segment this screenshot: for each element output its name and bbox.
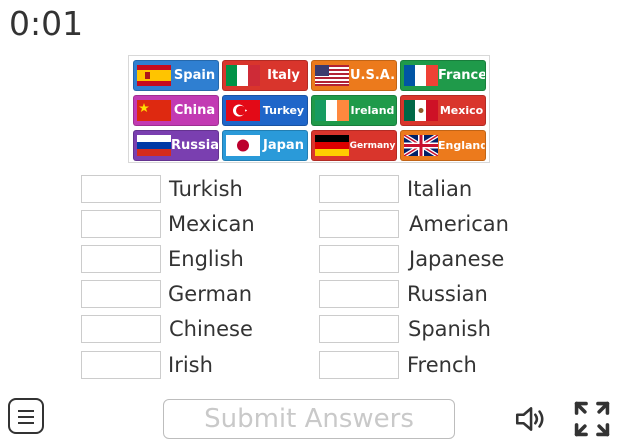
word-mexican: Mexican <box>168 212 255 236</box>
japan-flag-icon <box>226 135 260 156</box>
word-chinese: Chinese <box>169 317 253 341</box>
word-russian: Russian <box>407 282 488 306</box>
submit-answers-button[interactable]: Submit Answers <box>163 399 455 439</box>
drop-slot-turkish[interactable] <box>81 175 161 203</box>
menu-button[interactable] <box>8 398 44 434</box>
ireland-flag-icon <box>315 100 349 121</box>
tile-spain[interactable]: Spain <box>133 60 219 91</box>
word-turkish: Turkish <box>169 177 243 201</box>
france-flag-icon <box>404 65 438 86</box>
menu-icon-line <box>18 422 34 424</box>
tile-turkey[interactable]: Turkey <box>222 95 308 126</box>
word-english: English <box>168 247 244 271</box>
tile-ireland[interactable]: Ireland <box>311 95 397 126</box>
tile-china[interactable]: China <box>133 95 219 126</box>
drop-slot-mexican[interactable] <box>81 210 161 238</box>
tile-label: China <box>173 103 216 118</box>
tile-usa[interactable]: U.S.A. <box>311 60 397 91</box>
tile-germany[interactable]: Germany <box>311 130 397 161</box>
tile-label: Turkey <box>262 104 305 117</box>
word-italian: Italian <box>407 177 473 201</box>
tile-label: Germany <box>349 140 396 151</box>
russia-flag-icon <box>137 135 171 156</box>
tile-france[interactable]: France <box>400 60 486 91</box>
tile-label: Ireland <box>350 104 395 117</box>
menu-icon-line <box>18 416 34 418</box>
turkey-flag-icon <box>226 100 260 121</box>
drop-slot-german[interactable] <box>81 280 161 308</box>
tile-board: Spain Italy U.S.A. France China Turkey I… <box>128 55 490 163</box>
word-japanese: Japanese <box>409 247 505 271</box>
drop-slot-french[interactable] <box>319 351 399 379</box>
drop-slot-japanese[interactable] <box>319 245 399 273</box>
tile-england[interactable]: England <box>400 130 486 161</box>
spain-flag-icon <box>137 65 171 86</box>
word-french: French <box>407 353 477 377</box>
uk-flag-icon <box>404 135 438 156</box>
tile-italy[interactable]: Italy <box>222 60 308 91</box>
tile-label: U.S.A. <box>349 68 396 83</box>
speaker-icon[interactable] <box>512 402 548 436</box>
tile-label: Italy <box>267 68 300 83</box>
tile-mexico[interactable]: Mexico <box>400 95 486 126</box>
tile-label: Mexico <box>439 104 484 117</box>
timer: 0:01 <box>9 4 84 43</box>
drop-slot-irish[interactable] <box>81 351 161 379</box>
tile-label: Russia <box>171 138 219 153</box>
usa-flag-icon <box>315 65 349 86</box>
tile-label: Japan <box>263 138 304 153</box>
word-irish: Irish <box>168 353 213 377</box>
drop-slot-american[interactable] <box>319 210 399 238</box>
tile-label: France <box>438 68 486 83</box>
drop-slot-italian[interactable] <box>319 175 399 203</box>
drop-slot-spanish[interactable] <box>319 315 399 343</box>
drop-slot-chinese[interactable] <box>81 315 161 343</box>
drop-slot-english[interactable] <box>81 245 161 273</box>
mexico-flag-icon <box>404 100 438 121</box>
drop-slot-russian[interactable] <box>319 280 399 308</box>
germany-flag-icon <box>315 135 349 156</box>
china-flag-icon <box>137 100 171 121</box>
word-spanish: Spanish <box>408 317 491 341</box>
word-american: American <box>409 212 509 236</box>
tile-russia[interactable]: Russia <box>133 130 219 161</box>
italy-flag-icon <box>226 65 260 86</box>
fullscreen-icon[interactable] <box>573 400 611 438</box>
menu-icon <box>18 410 34 412</box>
tile-label: England <box>438 139 486 152</box>
word-german: German <box>168 282 253 306</box>
tile-japan[interactable]: Japan <box>222 130 308 161</box>
tile-label: Spain <box>173 68 216 83</box>
